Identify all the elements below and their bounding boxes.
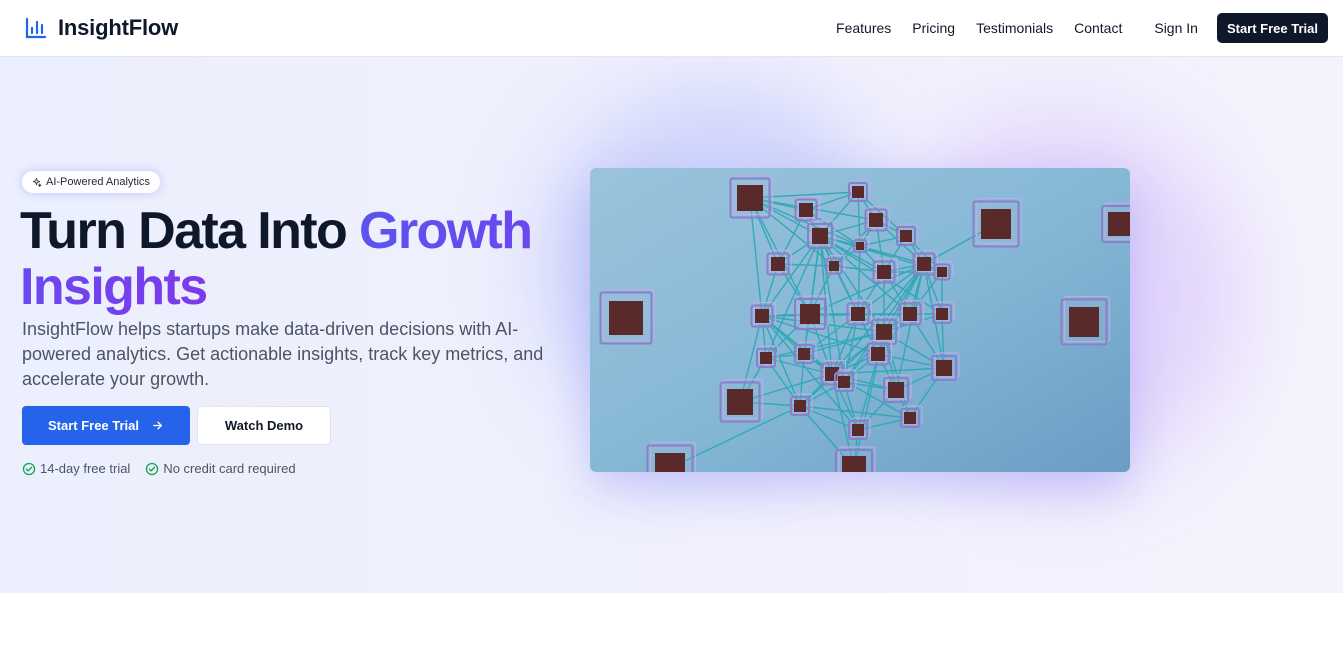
hero-section: AI-Powered Analytics Turn Data Into Grow… [0,57,1343,593]
network-node [900,405,923,428]
network-node [790,393,813,416]
network-node [864,205,891,232]
brand-name: InsightFlow [58,15,179,40]
brand[interactable]: InsightFlow [24,15,178,41]
network-node [766,249,793,276]
perk-label: No credit card required [163,461,296,476]
nav-testimonials[interactable]: Testimonials [976,20,1053,36]
headline-text: Turn Data Into [20,202,360,260]
network-node [807,220,836,249]
network-node [794,195,821,222]
network-node [646,441,697,472]
hero-description: InsightFlow helps startups make data-dri… [22,319,544,389]
start-free-trial-label: Start Free Trial [47,418,140,433]
network-node [883,374,912,403]
nav-pricing[interactable]: Pricing [912,20,955,36]
network-node [835,446,876,472]
nav-contact[interactable]: Contact [1074,20,1122,36]
nav-features[interactable]: Features [836,20,891,36]
header-start-trial-button[interactable]: Start Free Trial [1216,13,1328,43]
network-node [834,369,857,392]
sign-in-link[interactable]: Sign In [1154,20,1198,36]
network-node [750,301,777,328]
check-circle-icon [22,462,36,475]
network-node [972,197,1023,248]
network-node [1060,295,1111,346]
hero-headline: Turn Data Into Growth Insights [20,203,580,315]
sparkle-icon [32,177,42,187]
network-node [794,295,829,330]
site-header: InsightFlow Features Pricing Testimonial… [0,0,1343,57]
network-node [872,257,899,284]
start-free-trial-button[interactable]: Start Free Trial [22,406,190,445]
network-node [932,301,955,324]
network-node [719,378,764,423]
perk-item: 14-day free trial [22,461,130,476]
network-node [756,345,779,368]
network-node [848,417,871,440]
network-node [896,223,919,246]
network-node [1101,202,1130,243]
network-node [898,299,925,326]
network-node [846,299,873,326]
ai-badge: AI-Powered Analytics [22,171,160,193]
network-node [931,352,960,381]
hero-network-image [590,168,1130,472]
badge-label: AI-Powered Analytics [46,176,150,188]
main-nav: Features Pricing Testimonials Contact Si… [836,13,1328,43]
perk-item: No credit card required [145,461,296,476]
network-node [848,179,871,202]
network-node [866,339,893,366]
check-circle-icon [146,462,159,475]
bar-chart-icon [25,17,47,39]
arrow-right-icon [153,421,162,430]
network-illustration [590,168,1130,472]
perk-label: 14-day free trial [40,461,131,476]
network-node [794,341,817,364]
network-node [729,174,774,219]
hero-perks: 14-day free trial No credit card require… [22,461,311,476]
network-node [599,288,656,345]
watch-demo-button[interactable]: Watch Demo [197,406,331,445]
